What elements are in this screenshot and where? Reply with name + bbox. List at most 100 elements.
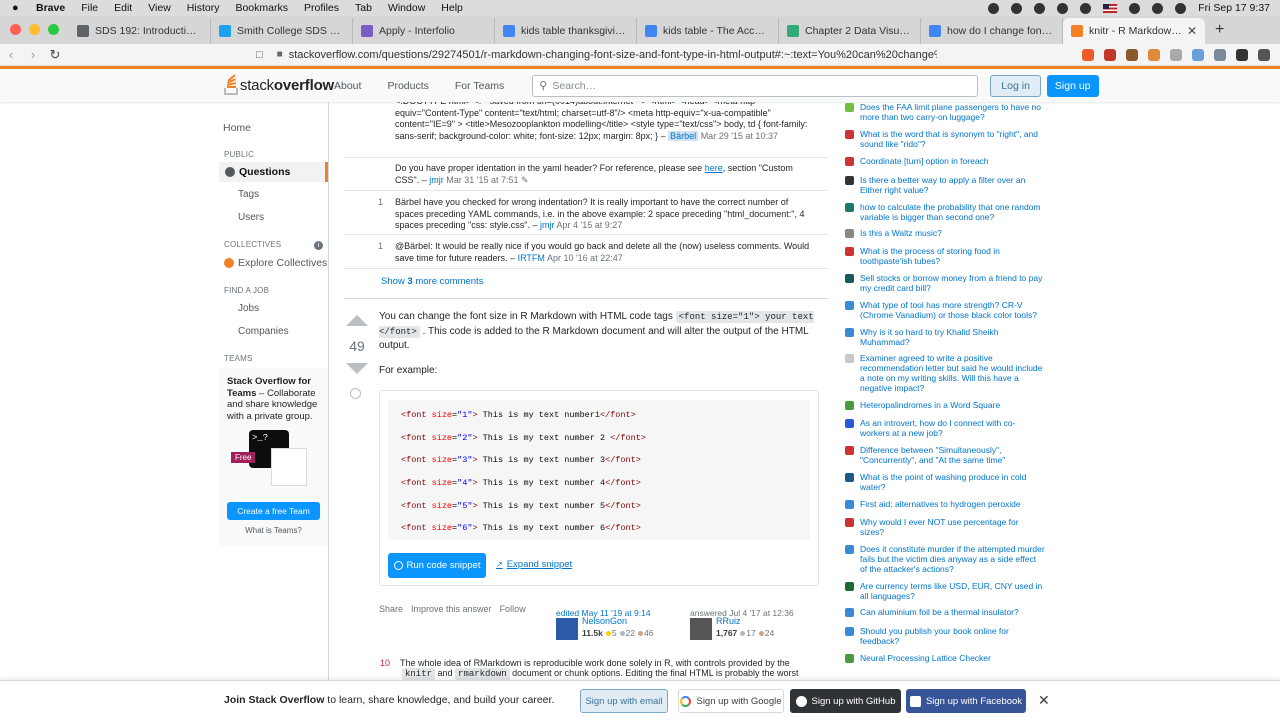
browser-tab[interactable]: Chapter 2 Data Visualization | S <box>779 18 921 44</box>
browser-tab-active[interactable]: knitr - R Markdown - changing✕ <box>1063 18 1205 44</box>
hot-question-item[interactable]: Why would I ever NOT use percentage for … <box>845 517 1045 537</box>
nav-questions[interactable]: Questions <box>219 162 328 182</box>
hot-question-link[interactable]: Examiner agreed to write a positive reco… <box>860 353 1045 393</box>
hot-question-item[interactable]: Can aluminium foil be a thermal insulato… <box>845 607 1045 617</box>
back-icon[interactable]: ‹ <box>0 47 22 62</box>
battery-icon[interactable] <box>1080 2 1092 14</box>
clock[interactable]: Fri Sep 17 9:37 <box>1198 2 1270 14</box>
follow-link[interactable]: Follow <box>500 604 526 614</box>
menu-edit[interactable]: Edit <box>114 2 132 14</box>
create-free-team-button[interactable]: Create a free Team <box>227 502 320 520</box>
menu-icon[interactable] <box>1258 48 1270 61</box>
nav-users[interactable]: Users <box>238 212 264 223</box>
comment-date[interactable]: Mar 29 '15 at 10:37 <box>701 131 778 141</box>
nav-companies[interactable]: Companies <box>238 326 289 337</box>
extension-icon[interactable] <box>1214 48 1226 61</box>
nav-products[interactable]: Products <box>387 80 428 92</box>
stackoverflow-logo[interactable]: stackoverflow <box>224 73 334 95</box>
signup-button[interactable]: Sign up <box>1046 74 1099 97</box>
browser-tab[interactable]: how do I change font in R mark <box>921 18 1063 44</box>
comment-user[interactable]: jmjr <box>429 175 444 185</box>
menu-file[interactable]: File <box>81 2 98 14</box>
comment-link[interactable]: here <box>705 163 723 173</box>
minimize-window-button[interactable] <box>29 24 40 35</box>
comment-user[interactable]: Bärbel <box>668 130 699 141</box>
zoom-window-button[interactable] <box>48 24 59 35</box>
hot-question-item[interactable]: Sell stocks or borrow money from a frien… <box>845 273 1045 293</box>
drive-icon[interactable] <box>1034 2 1046 14</box>
login-button[interactable]: Log in <box>990 74 1041 97</box>
close-banner-icon[interactable]: ✕ <box>1038 692 1050 709</box>
hot-question-item[interactable]: First aid: alternatives to hydrogen pero… <box>845 499 1045 509</box>
hot-question-link[interactable]: Can aluminium foil be a thermal insulato… <box>860 607 1019 617</box>
hot-question-item[interactable]: Are currency terms like USD, EUR, CNY us… <box>845 581 1045 601</box>
hot-question-item[interactable]: Difference between "Simultaneously", "Co… <box>845 445 1045 465</box>
hot-question-link[interactable]: Neural Processing Lattice Checker <box>860 653 991 663</box>
forward-icon[interactable]: › <box>22 47 44 62</box>
menu-history[interactable]: History <box>187 2 220 14</box>
hot-question-item[interactable]: Should you publish your book online for … <box>845 626 1045 646</box>
answered-timestamp[interactable]: answered Jul 4 '17 at 12:36 <box>690 608 794 618</box>
extension-icon[interactable] <box>1126 48 1138 61</box>
menu-bookmarks[interactable]: Bookmarks <box>235 2 288 14</box>
address-bar[interactable]: ■ stackoverflow.com/questions/29274501/r… <box>277 49 937 61</box>
browser-tab[interactable]: Apply - Interfolio <box>353 18 495 44</box>
hot-question-link[interactable]: Why is it so hard to try Khalid Sheikh M… <box>860 327 1045 347</box>
brave-rewards-icon[interactable] <box>1104 48 1116 61</box>
comment-date[interactable]: Apr 10 '16 at 22:47 <box>547 253 623 263</box>
reload-icon[interactable]: ↻ <box>44 47 66 63</box>
hot-question-item[interactable]: Is this a Waltz music? <box>845 228 1045 238</box>
cloud-icon[interactable] <box>1057 2 1069 14</box>
browser-tab[interactable]: kids table - The Accent Wall <box>637 18 779 44</box>
hot-question-link[interactable]: As an introvert, how do I connect with c… <box>860 418 1045 438</box>
menu-view[interactable]: View <box>148 2 171 14</box>
history-icon[interactable] <box>350 388 361 399</box>
show-more-comments-link[interactable]: Show 3 more comments <box>381 276 483 287</box>
apple-icon[interactable]: ● <box>12 2 26 14</box>
hot-question-link[interactable]: First aid: alternatives to hydrogen pero… <box>860 499 1021 509</box>
hot-question-link[interactable]: Are currency terms like USD, EUR, CNY us… <box>860 581 1045 601</box>
menu-profiles[interactable]: Profiles <box>304 2 339 14</box>
hot-question-link[interactable]: Does it constitute murder if the attempt… <box>860 544 1045 574</box>
hot-question-link[interactable]: Difference between "Simultaneously", "Co… <box>860 445 1045 465</box>
metamask-icon[interactable] <box>1148 48 1160 61</box>
browser-tab[interactable]: Smith College SDS on Twitter: "Or <box>211 18 353 44</box>
hot-question-link[interactable]: What is the word that is synonym to "rig… <box>860 129 1045 149</box>
new-tab-button[interactable]: + <box>1205 21 1234 44</box>
wifi-icon[interactable] <box>1129 2 1141 14</box>
share-link[interactable]: Share <box>379 604 403 614</box>
brightness-icon[interactable] <box>1011 2 1023 14</box>
avatar[interactable] <box>690 618 712 640</box>
downvote-icon[interactable] <box>346 363 368 374</box>
comment-user[interactable]: IRTFM <box>518 253 545 263</box>
hot-question-item[interactable]: how to calculate the probability that on… <box>845 202 1045 222</box>
menu-window[interactable]: Window <box>388 2 425 14</box>
hot-question-link[interactable]: Is there a better way to apply a filter … <box>860 175 1045 195</box>
spotlight-icon[interactable] <box>1152 2 1164 14</box>
hot-question-link[interactable]: Coordinate [turn] option in foreach <box>860 156 989 166</box>
hot-question-link[interactable]: Why would I ever NOT use percentage for … <box>860 517 1045 537</box>
close-window-button[interactable] <box>10 24 21 35</box>
browser-tab[interactable]: kids table thanksgiving - Goog <box>495 18 637 44</box>
signup-github-button[interactable]: Sign up with GitHub <box>790 689 901 713</box>
comment-date[interactable]: Apr 4 '15 at 9:27 <box>556 220 622 230</box>
info-icon[interactable]: i <box>314 241 323 250</box>
menu-help[interactable]: Help <box>441 2 463 14</box>
nav-jobs[interactable]: Jobs <box>238 303 259 314</box>
hot-question-link[interactable]: Is this a Waltz music? <box>860 228 942 238</box>
signup-email-button[interactable]: Sign up with email <box>580 689 668 713</box>
expand-snippet-link[interactable]: ↗ Expand snippet <box>496 559 572 570</box>
comment-user[interactable]: jmjr <box>540 220 555 230</box>
hot-question-item[interactable]: What is the process of storing food in t… <box>845 246 1045 266</box>
avatar[interactable] <box>556 618 578 640</box>
hot-question-link[interactable]: Heteropalindromes in a Word Square <box>860 400 1000 410</box>
hot-question-item[interactable]: Is there a better way to apply a filter … <box>845 175 1045 195</box>
signup-google-button[interactable]: Sign up with Google <box>678 689 784 713</box>
author-name[interactable]: RRuiz <box>716 616 741 626</box>
nav-tags[interactable]: Tags <box>238 189 259 200</box>
hot-question-link[interactable]: What type of tool has more strength? CR-… <box>860 300 1045 320</box>
close-tab-icon[interactable]: ✕ <box>1183 24 1197 38</box>
hot-question-item[interactable]: What is the word that is synonym to "rig… <box>845 129 1045 149</box>
hot-question-item[interactable]: Examiner agreed to write a positive reco… <box>845 353 1045 393</box>
hot-question-item[interactable]: Heteropalindromes in a Word Square <box>845 400 1045 410</box>
